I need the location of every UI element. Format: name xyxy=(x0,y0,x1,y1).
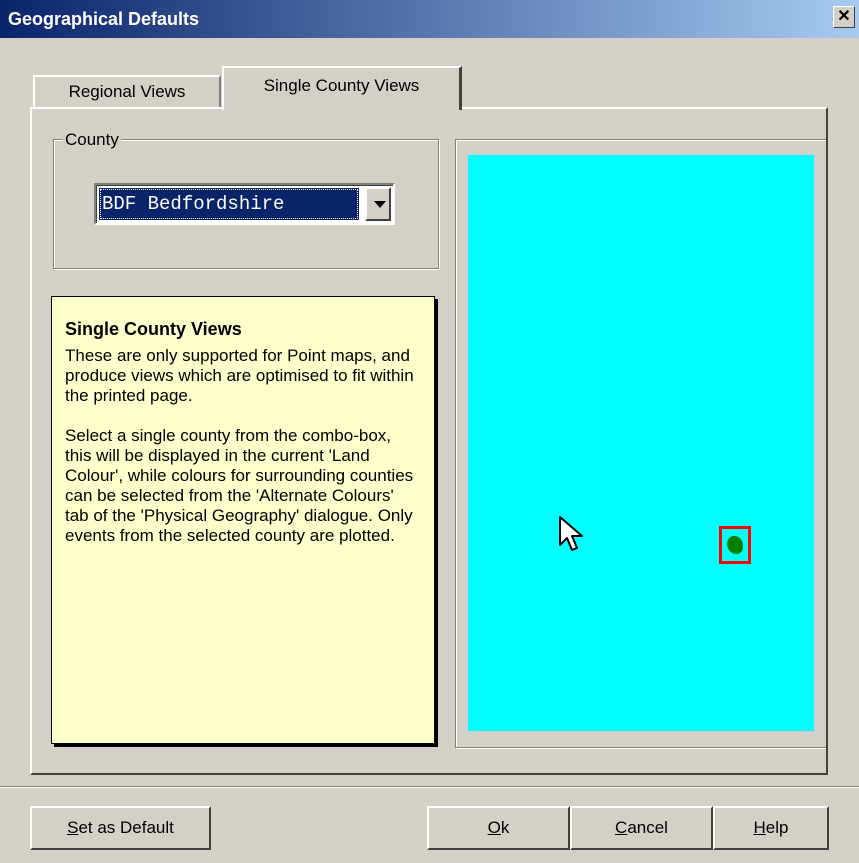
ok-label: Ok xyxy=(487,818,510,837)
tab-regional-views-label: Regional Views xyxy=(68,82,186,101)
window-title: Geographical Defaults xyxy=(8,9,200,29)
title-bar: Geographical Defaults ✕ xyxy=(0,0,859,38)
cancel-label: Cancel xyxy=(615,818,668,837)
close-button[interactable]: ✕ xyxy=(833,6,855,28)
tab-single-county-views[interactable]: Single County Views xyxy=(222,66,462,110)
tab-regional-views[interactable]: Regional Views xyxy=(33,75,221,109)
tab-panel xyxy=(30,107,828,775)
cancel-button[interactable]: Cancel xyxy=(570,806,713,850)
tab-single-county-views-label: Single County Views xyxy=(263,76,420,95)
help-button[interactable]: Help xyxy=(713,806,829,850)
set-as-default-button[interactable]: Set as Default xyxy=(30,806,211,850)
separator xyxy=(0,786,859,788)
ok-button[interactable]: Ok xyxy=(427,806,570,850)
county-group-label: County xyxy=(63,130,121,150)
help-label: Help xyxy=(753,818,789,837)
set-as-default-label: Set as Default xyxy=(67,818,174,837)
